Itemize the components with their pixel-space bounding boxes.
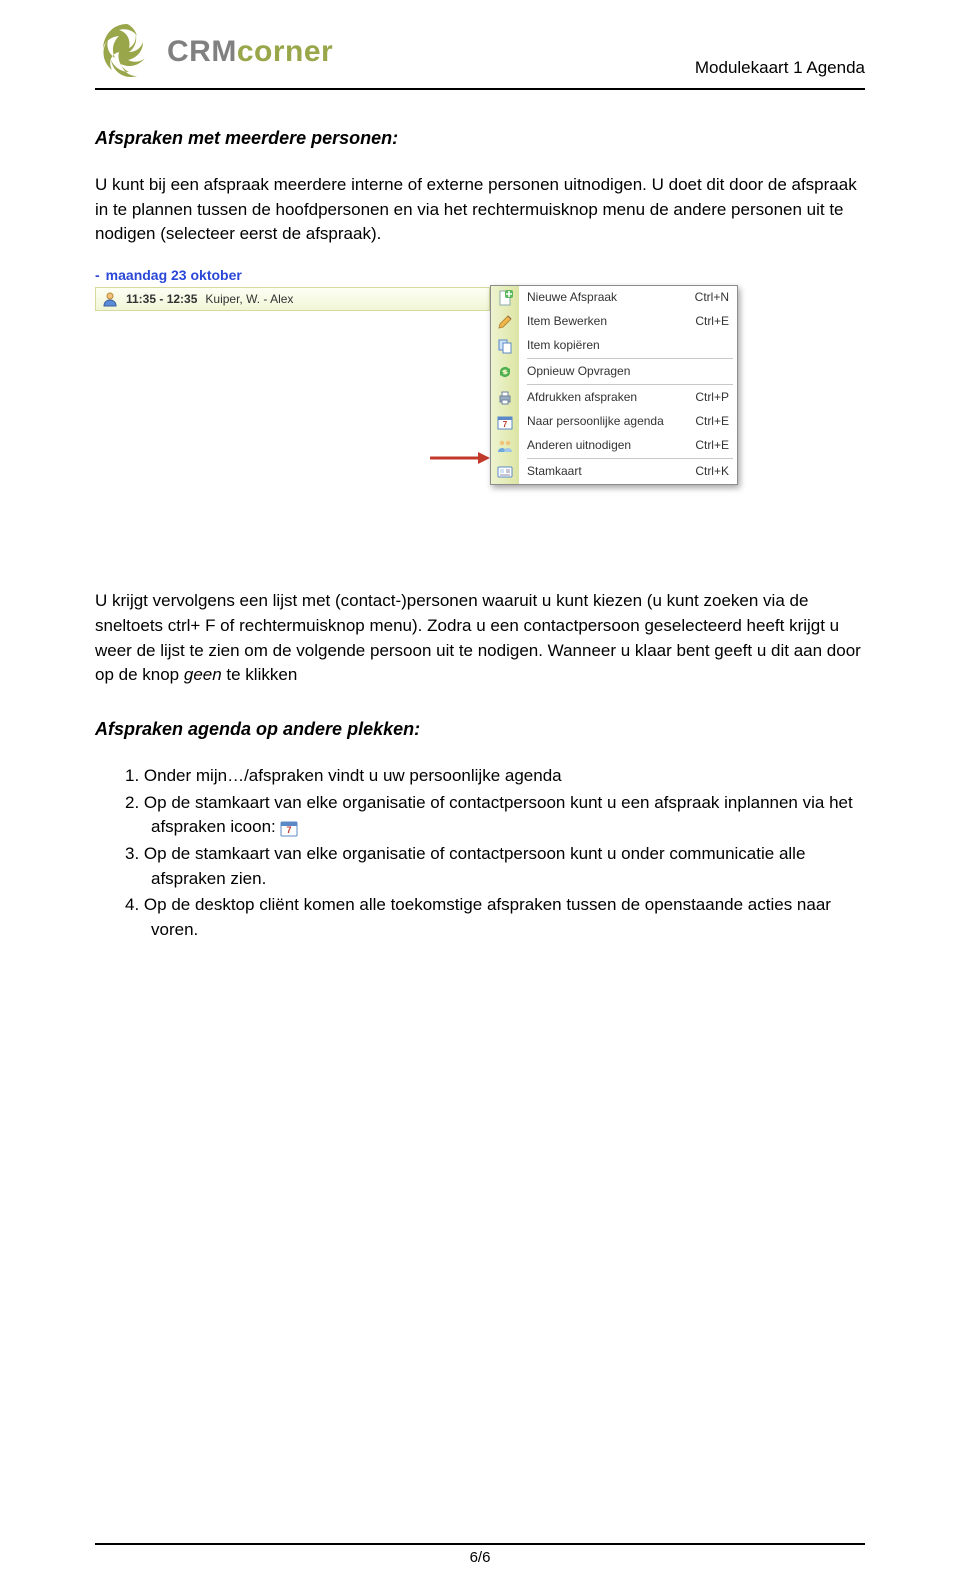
list-item-4: Op de desktop cliënt komen alle toekomst… <box>125 893 865 942</box>
s1p2-b: te klikken <box>222 665 298 684</box>
menu-item-label: Stamkaart <box>519 463 695 480</box>
menu-item-shortcut: Ctrl+N <box>695 289 729 306</box>
menu-item[interactable]: 7 Naar persoonlijke agendaCtrl+E <box>491 410 737 434</box>
page-content: Afspraken met meerdere personen: U kunt … <box>95 90 865 942</box>
page-number: 6/6 <box>470 1549 491 1566</box>
plus-page-icon <box>491 286 519 310</box>
people-icon <box>491 434 519 458</box>
menu-separator <box>491 458 737 460</box>
menu-item-shortcut: Ctrl+E <box>695 313 729 330</box>
menu-item-label: Anderen uitnodigen <box>519 437 695 454</box>
agenda-day-header: - maandag 23 oktober <box>95 265 740 285</box>
menu-item-label: Naar persoonlijke agenda <box>519 413 695 430</box>
card-icon <box>491 460 519 484</box>
menu-item[interactable]: StamkaartCtrl+K <box>491 460 737 484</box>
doc-title: Modulekaart 1 Agenda <box>695 58 865 84</box>
section-1-title: Afspraken met meerdere personen: <box>95 125 865 151</box>
screenshot-context-menu: - maandag 23 oktober 11:35 - 12:35 Kuipe… <box>95 265 740 561</box>
menu-item[interactable]: Item kopiëren <box>491 334 737 358</box>
menu-item-shortcut: Ctrl+E <box>695 437 729 454</box>
menu-separator <box>491 384 737 386</box>
list-item-2-text: Op de stamkaart van elke organisatie of … <box>144 793 853 837</box>
printer-icon <box>491 386 519 410</box>
brand-text: CRMcorner <box>167 35 333 69</box>
menu-item-label: Afdrukken afspraken <box>519 389 695 406</box>
appointment-label: Kuiper, W. - Alex <box>205 291 293 308</box>
menu-item-label: Item Bewerken <box>519 313 695 330</box>
section-2-list: Onder mijn…/afspraken vindt u uw persoon… <box>95 764 865 942</box>
pencil-icon <box>491 310 519 334</box>
brand-logo: CRMcorner <box>95 20 333 84</box>
section-1-para-2: U krijgt vervolgens een lijst met (conta… <box>95 589 865 688</box>
menu-item[interactable]: Afdrukken afsprakenCtrl+P <box>491 386 737 410</box>
pointer-arrow-icon <box>430 451 490 465</box>
logo-swirl-icon <box>95 20 159 84</box>
menu-item-shortcut: Ctrl+K <box>695 463 729 480</box>
agenda-day-label: maandag 23 oktober <box>106 265 242 285</box>
appointment-time: 11:35 - 12:35 <box>126 291 197 308</box>
section-2-title: Afspraken agenda op andere plekken: <box>95 716 865 742</box>
page-footer: 6/6 <box>95 1543 865 1566</box>
section-1-para-1: U kunt bij een afspraak meerdere interne… <box>95 173 865 247</box>
svg-text:7: 7 <box>503 420 508 429</box>
menu-item[interactable]: Opnieuw Opvragen <box>491 360 737 384</box>
calendar-icon: 7 <box>280 819 298 837</box>
calendar-icon: 7 <box>491 410 519 434</box>
context-menu[interactable]: Nieuwe AfspraakCtrl+NItem BewerkenCtrl+E… <box>490 285 738 485</box>
appointment-row[interactable]: 11:35 - 12:35 Kuiper, W. - Alex <box>95 287 490 311</box>
menu-item-label: Nieuwe Afspraak <box>519 289 695 306</box>
s1p2-em: geen <box>184 665 222 684</box>
menu-item-shortcut: Ctrl+P <box>695 389 729 406</box>
list-item-1: Onder mijn…/afspraken vindt u uw persoon… <box>125 764 865 789</box>
menu-item[interactable]: Item BewerkenCtrl+E <box>491 310 737 334</box>
list-item-3: Op de stamkaart van elke organisatie of … <box>125 842 865 891</box>
copy-icon <box>491 334 519 358</box>
menu-item-shortcut: Ctrl+E <box>695 413 729 430</box>
person-icon <box>102 291 118 307</box>
menu-item-label: Opnieuw Opvragen <box>519 363 729 380</box>
day-dash: - <box>95 265 100 285</box>
brand-corner: corner <box>237 35 333 68</box>
page-header: CRMcorner Modulekaart 1 Agenda <box>95 20 865 90</box>
menu-item[interactable]: Nieuwe AfspraakCtrl+N <box>491 286 737 310</box>
menu-item[interactable]: Anderen uitnodigenCtrl+E <box>491 434 737 458</box>
menu-separator <box>491 358 737 360</box>
menu-item-label: Item kopiëren <box>519 337 729 354</box>
list-item-2: Op de stamkaart van elke organisatie of … <box>125 791 865 840</box>
brand-crm: CRM <box>167 35 237 68</box>
refresh-icon <box>491 360 519 384</box>
svg-text:7: 7 <box>287 825 292 835</box>
